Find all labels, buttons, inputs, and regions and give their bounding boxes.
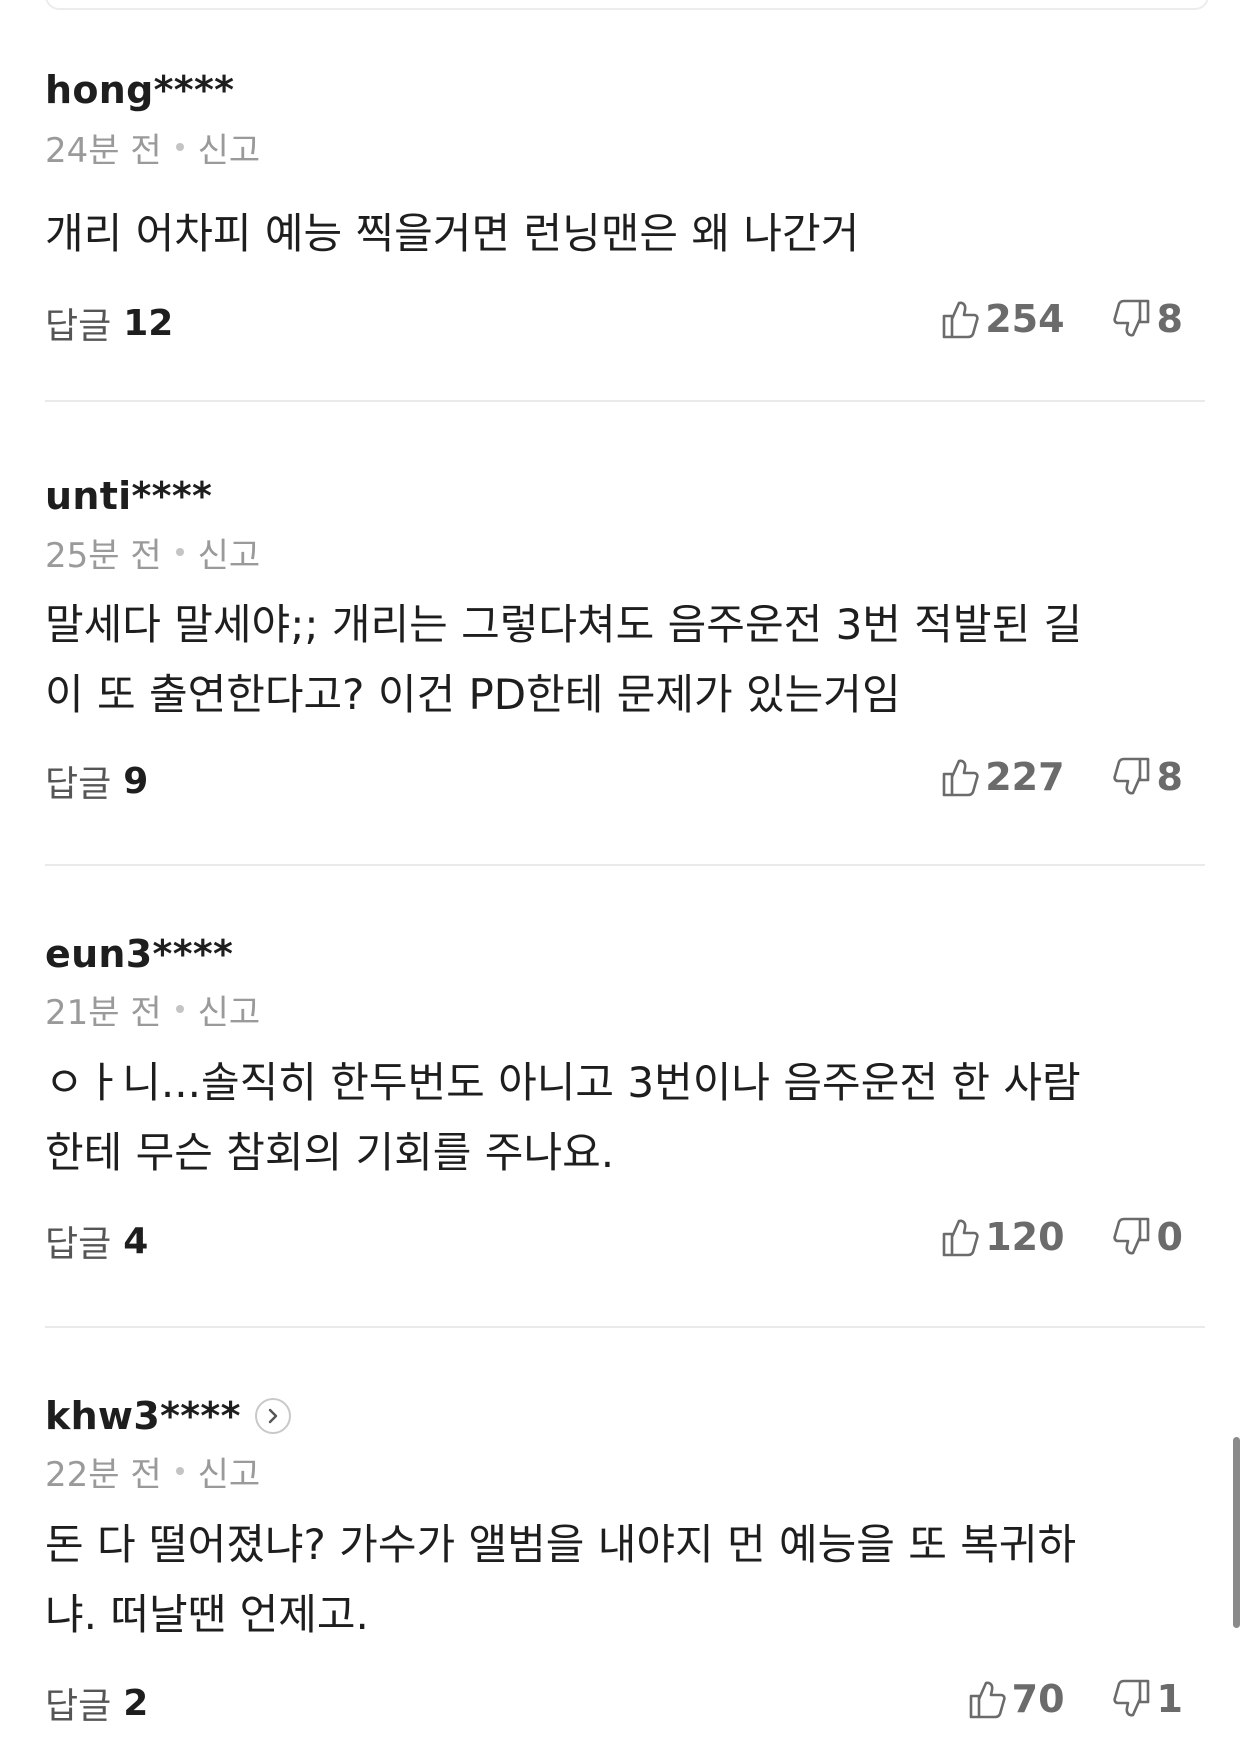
report-link[interactable]: 신고: [198, 528, 261, 577]
comment-time: 24분 전: [45, 130, 162, 171]
like-count: 227: [985, 755, 1065, 799]
like-button[interactable]: 120: [941, 1215, 1065, 1259]
thumbs-up-icon: [968, 1679, 1006, 1719]
comment-meta: 22분 전 신고: [45, 1446, 260, 1496]
thumbs-down-icon: [1112, 757, 1151, 797]
separator-dot: [175, 1005, 184, 1013]
dislike-count: 8: [1156, 755, 1183, 799]
separator-dot: [175, 143, 184, 151]
report-link[interactable]: 신고: [198, 1447, 261, 1496]
comment-username[interactable]: khw3****: [45, 1394, 241, 1438]
reply-button[interactable]: 답글 2: [45, 1678, 148, 1728]
thumbs-up-icon: [941, 757, 979, 797]
like-count: 120: [985, 1215, 1065, 1259]
comment-item: hong**** 24분 전 신고 개리 어차피 예능 찍을거면 런닝맨은 왜 …: [45, 60, 1205, 402]
like-button[interactable]: 70: [968, 1677, 1065, 1721]
dislike-button[interactable]: 8: [1112, 297, 1183, 341]
dislike-count: 8: [1156, 297, 1183, 341]
reply-label: 답글: [45, 306, 112, 347]
report-link[interactable]: 신고: [198, 985, 261, 1034]
vote-group: 70 1: [968, 1674, 1183, 1724]
thumbs-down-icon: [1112, 1217, 1151, 1257]
scrollbar-thumb[interactable]: [1233, 1437, 1240, 1628]
like-button[interactable]: 254: [941, 297, 1065, 341]
reply-count: 12: [123, 302, 174, 344]
reply-label: 답글: [45, 764, 112, 805]
previous-card-bottom: [45, 0, 1209, 10]
comment-time: 22분 전: [45, 1454, 162, 1495]
report-link[interactable]: 신고: [198, 123, 261, 172]
chevron-right-icon[interactable]: [254, 1398, 291, 1434]
dislike-button[interactable]: 0: [1112, 1215, 1183, 1259]
vote-group: 120 0: [941, 1212, 1183, 1262]
reply-button[interactable]: 답글 9: [45, 756, 148, 806]
reply-count: 2: [123, 1682, 149, 1724]
reply-button[interactable]: 답글 12: [45, 298, 173, 348]
dislike-count: 0: [1156, 1215, 1183, 1259]
comment-username[interactable]: eun3****: [45, 932, 233, 976]
thumbs-up-icon: [941, 299, 979, 339]
separator-dot: [175, 548, 184, 556]
comment-item: eun3**** 21분 전 신고 ㅇㅏ니...솔직히 한두번도 아니고 3번이…: [45, 924, 1205, 1328]
reply-label: 답글: [45, 1686, 112, 1727]
comment-username[interactable]: unti****: [45, 474, 212, 518]
comment-text: 개리 어차피 예능 찍을거면 런닝맨은 왜 나간거: [45, 209, 860, 258]
thumbs-down-icon: [1112, 1679, 1151, 1719]
comment-text: 돈 다 떨어졌냐? 가수가 앨범을 내야지 먼 예능을 또 복귀하 냐. 떠날땐…: [45, 1520, 1077, 1639]
comment-meta: 24분 전 신고: [45, 122, 260, 172]
reply-count: 4: [123, 1220, 149, 1262]
separator-dot: [175, 1467, 184, 1475]
dislike-button[interactable]: 8: [1112, 755, 1183, 799]
vote-group: 254 8: [941, 294, 1183, 344]
reply-button[interactable]: 답글 4: [45, 1216, 148, 1266]
comment-text: ㅇㅏ니...솔직히 한두번도 아니고 3번이나 음주운전 한 사람 한테 무슨 …: [45, 1058, 1081, 1177]
comment-time: 25분 전: [45, 535, 162, 576]
thumbs-down-icon: [1112, 299, 1151, 339]
like-count: 254: [985, 297, 1065, 341]
comment-meta: 21분 전 신고: [45, 984, 260, 1034]
reply-count: 9: [123, 760, 149, 802]
dislike-count: 1: [1156, 1677, 1183, 1721]
comment-item: khw3**** 22분 전 신고 돈 다 떨어졌냐? 가수가 앨범을 내야지 …: [45, 1386, 1205, 1754]
dislike-button[interactable]: 1: [1112, 1677, 1183, 1721]
comment-username[interactable]: hong****: [45, 68, 234, 112]
comment-meta: 25분 전 신고: [45, 527, 260, 577]
like-button[interactable]: 227: [941, 755, 1065, 799]
comment-item: unti**** 25분 전 신고 말세다 말세야;; 개리는 그렇다쳐도 음주…: [45, 462, 1205, 866]
thumbs-up-icon: [941, 1217, 979, 1257]
comment-text: 말세다 말세야;; 개리는 그렇다쳐도 음주운전 3번 적발된 길 이 또 출연…: [45, 600, 1083, 719]
comment-time: 21분 전: [45, 992, 162, 1033]
like-count: 70: [1011, 1677, 1065, 1721]
reply-label: 답글: [45, 1224, 112, 1265]
vote-group: 227 8: [941, 752, 1183, 802]
